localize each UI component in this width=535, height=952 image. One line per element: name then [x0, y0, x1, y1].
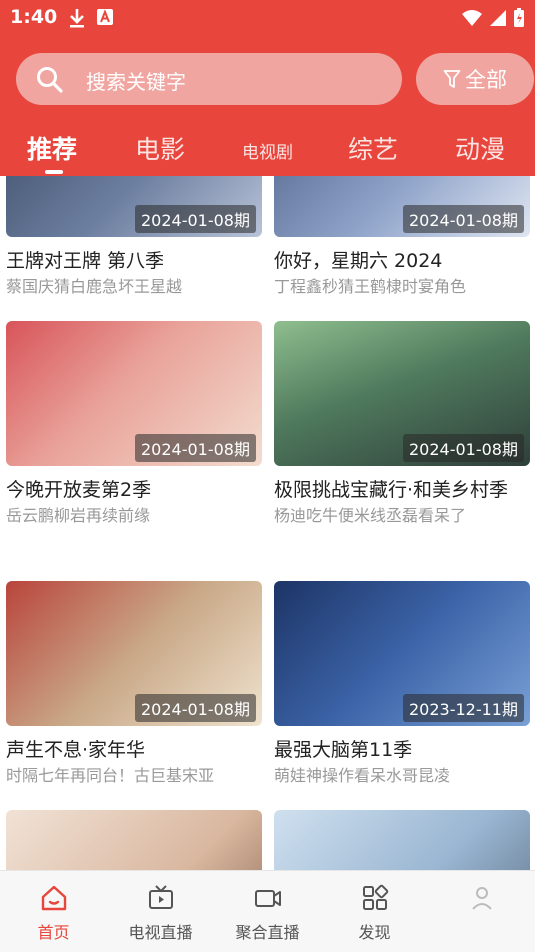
nav-discover[interactable]: 发现 [321, 883, 428, 943]
tab-variety[interactable]: 综艺 [348, 130, 398, 166]
episode-badge: 2024-01-08期 [135, 205, 256, 233]
nav-label: 聚合直播 [235, 923, 300, 942]
episode-badge: 2023-12-11期 [403, 694, 524, 722]
tab-recommend[interactable]: 推荐 [27, 130, 77, 166]
card-subtitle: 岳云鹏柳岩再续前缘 [6, 506, 151, 525]
thumbnail: 2024-01-08期 [274, 176, 530, 237]
list-item[interactable] [274, 810, 530, 870]
wifi-icon [462, 10, 482, 26]
tab-movie[interactable]: 电影 [135, 130, 185, 166]
card-title: 你好，星期六 2024 [274, 250, 443, 272]
thumbnail [6, 810, 262, 870]
episode-badge: 2024-01-08期 [135, 694, 256, 722]
nav-aggregate-live[interactable]: 聚合直播 [214, 883, 321, 943]
search-icon [37, 67, 63, 93]
user-icon [471, 887, 492, 910]
nav-label: 电视直播 [128, 923, 193, 942]
thumbnail: 2024-01-08期 [6, 581, 262, 726]
app-notification-icon [97, 9, 113, 25]
card-title: 今晚开放麦第2季 [6, 479, 152, 501]
nav-home[interactable]: 首页 [0, 883, 107, 943]
grid-icon [362, 884, 388, 910]
card-subtitle: 萌娃神操作看呆水哥昆凌 [274, 766, 451, 785]
card-title: 最强大脑第11季 [274, 739, 413, 761]
card-title: 声生不息·家年华 [6, 739, 146, 761]
filter-label: 全部 [465, 68, 507, 92]
battery-icon [514, 8, 524, 27]
search-placeholder: 搜索关键字 [86, 70, 186, 94]
filter-icon [443, 70, 461, 88]
content-grid[interactable]: 2024-01-08期 王牌对王牌 第八季 蔡国庆猜白鹿急坏王星越 2024-0… [0, 176, 535, 870]
home-icon [41, 885, 66, 911]
episode-badge: 2024-01-08期 [135, 434, 256, 462]
header: 1:40 搜索关键字 全部 推荐 电影 电视剧 综艺 动漫 [0, 0, 535, 176]
card-title: 极限挑战宝藏行·和美乡村季 [274, 479, 509, 501]
nav-label: 首页 [37, 923, 70, 942]
thumbnail [274, 810, 530, 870]
tab-anime[interactable]: 动漫 [455, 130, 505, 166]
list-item[interactable]: 2024-01-08期 王牌对王牌 第八季 蔡国庆猜白鹿急坏王星越 [6, 176, 262, 298]
nav-tv-live[interactable]: 电视直播 [107, 883, 214, 943]
card-subtitle: 丁程鑫秒猜王鹤棣时宴角色 [274, 277, 467, 296]
list-item[interactable]: 2024-01-08期 你好，星期六 2024 丁程鑫秒猜王鹤棣时宴角色 [274, 176, 530, 298]
thumbnail-art [6, 810, 262, 870]
download-icon [70, 9, 84, 28]
list-item[interactable]: 2023-12-11期 最强大脑第11季 萌娃神操作看呆水哥昆凌 [274, 581, 530, 787]
tab-indicator [45, 170, 63, 174]
thumbnail: 2023-12-11期 [274, 581, 530, 726]
card-subtitle: 杨迪吃牛便米线丞磊看呆了 [274, 506, 467, 525]
nav-profile[interactable] [428, 883, 535, 919]
status-time: 1:40 [10, 6, 58, 28]
episode-badge: 2024-01-08期 [403, 205, 524, 233]
episode-badge: 2024-01-08期 [403, 434, 524, 462]
thumbnail: 2024-01-08期 [6, 176, 262, 237]
signal-icon [490, 10, 506, 26]
bottom-nav: 首页 电视直播 聚合直播 发现 [0, 870, 535, 952]
thumbnail: 2024-01-08期 [6, 321, 262, 466]
thumbnail-art [274, 810, 530, 870]
filter-button[interactable]: 全部 [416, 53, 534, 105]
list-item[interactable]: 2024-01-08期 声生不息·家年华 时隔七年再同台！古巨基宋亚 [6, 581, 262, 787]
card-subtitle: 蔡国庆猜白鹿急坏王星越 [6, 277, 183, 296]
list-item[interactable] [6, 810, 262, 870]
status-bar: 1:40 [0, 0, 535, 36]
list-item[interactable]: 2024-01-08期 极限挑战宝藏行·和美乡村季 杨迪吃牛便米线丞磊看呆了 [274, 321, 530, 527]
tv-icon [148, 885, 173, 909]
card-subtitle: 时隔七年再同台！古巨基宋亚 [6, 766, 215, 785]
search-input[interactable]: 搜索关键字 [16, 53, 402, 105]
category-tabs: 推荐 电影 电视剧 综艺 动漫 [0, 126, 535, 176]
card-title: 王牌对王牌 第八季 [6, 250, 165, 272]
camera-icon [254, 890, 281, 907]
list-item[interactable]: 2024-01-08期 今晚开放麦第2季 岳云鹏柳岩再续前缘 [6, 321, 262, 527]
thumbnail: 2024-01-08期 [274, 321, 530, 466]
tab-tv-series[interactable]: 电视剧 [242, 138, 293, 163]
nav-label: 发现 [358, 923, 391, 942]
